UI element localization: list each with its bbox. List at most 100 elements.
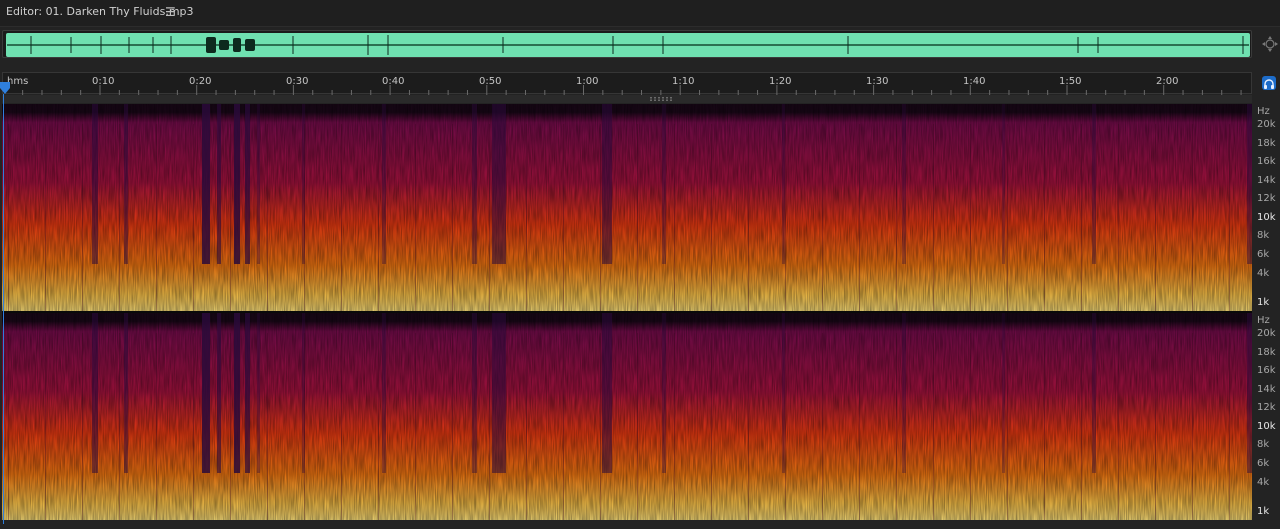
spectrum-dark-line	[341, 333, 342, 520]
spectrum-dark-line	[230, 124, 231, 311]
spectrum-dark-line	[341, 124, 342, 311]
spectrum-dark-line	[970, 333, 971, 520]
spectrum-dark-line	[304, 333, 305, 520]
spectrum-dark-band	[1247, 313, 1252, 473]
spectrum-dark-band	[602, 313, 612, 473]
spectrum-dark-line	[896, 333, 897, 520]
spectrum-texture-left	[2, 104, 1252, 311]
spectrum-dark-line	[8, 333, 9, 520]
spectrum-dark-band	[124, 104, 128, 264]
hamburger-menu-icon[interactable]: ☰	[165, 5, 176, 19]
spectrum-dark-line	[748, 333, 749, 520]
freq-label-4k: 4k	[1257, 268, 1270, 279]
freq-label-1k: 1k	[1257, 506, 1270, 517]
spectrum-dark-line	[1192, 124, 1193, 311]
spectrum-dark-line	[1155, 124, 1156, 311]
spectrum-dark-line	[8, 124, 9, 311]
spectrum-dark-line	[711, 333, 712, 520]
spectrum-dark-band	[382, 313, 386, 473]
spectrum-dark-line	[1081, 124, 1082, 311]
spectrum-dark-band	[1092, 104, 1096, 264]
spectrum-dark-band	[1247, 104, 1252, 264]
spectrum-dark-line	[267, 333, 268, 520]
spectrum-dark-line	[1155, 333, 1156, 520]
ruler-format-label: hms	[7, 76, 29, 87]
spectrum-dark-line	[230, 333, 231, 520]
ruler-label-2-00: 2:00	[1156, 76, 1179, 87]
editor-title-bar: Editor: 01. Darken Thy Fluids.mp3 ☰	[0, 0, 1280, 27]
freq-label-10k: 10k	[1257, 212, 1276, 223]
spectrum-dark-line	[452, 124, 453, 311]
spectrum-dark-band	[782, 104, 785, 264]
spectrum-dark-line	[526, 333, 527, 520]
spectrum-dark-line	[452, 333, 453, 520]
ruler-label-1-00: 1:00	[576, 76, 599, 87]
freq-label-20k: 20k	[1257, 119, 1276, 130]
spectrum-dark-band	[382, 104, 386, 264]
spectrum-dark-line	[193, 124, 194, 311]
spectrum-dark-band	[234, 104, 240, 264]
spectrum-dark-band	[662, 313, 666, 473]
spectrum-dark-line	[82, 124, 83, 311]
spectrum-dark-line	[1118, 333, 1119, 520]
freq-label-4k: 4k	[1257, 477, 1270, 488]
overview-waveform-graphic	[6, 33, 1250, 57]
freq-label-6k: 6k	[1257, 458, 1270, 469]
spectrum-dark-band	[257, 313, 260, 473]
spectrum-dark-line	[563, 124, 564, 311]
spectrum-dark-line	[119, 124, 120, 311]
sync-headphones-icon[interactable]	[1262, 76, 1276, 90]
overview-waveform[interactable]	[2, 30, 1252, 58]
spectrum-dark-band	[245, 104, 250, 264]
channel-resize-strip	[2, 95, 1252, 103]
spectral-channel-right[interactable]	[2, 313, 1252, 520]
spectrum-dark-line	[45, 333, 46, 520]
spectrum-dark-line	[156, 124, 157, 311]
ruler-label-0-20: 0:20	[189, 76, 212, 87]
spectrum-dark-line	[785, 333, 786, 520]
spectrum-dark-line	[933, 124, 934, 311]
spectrum-dark-band	[1092, 313, 1096, 473]
spectrum-dark-line	[45, 124, 46, 311]
spectrum-dark-band	[234, 313, 240, 473]
spectrum-dark-line	[82, 333, 83, 520]
spectrum-dark-line	[1044, 333, 1045, 520]
spectrum-dark-line	[1007, 124, 1008, 311]
spectrum-dark-line	[637, 124, 638, 311]
spectral-channel-left[interactable]	[2, 104, 1252, 311]
spectrum-dark-band	[1002, 104, 1005, 264]
freq-label-14k: 14k	[1257, 175, 1276, 186]
spectrum-dark-line	[378, 333, 379, 520]
spectrum-dark-band	[902, 313, 906, 473]
zoom-navigator-icon[interactable]	[1262, 36, 1278, 52]
spectrum-dark-line	[1007, 333, 1008, 520]
spectrum-dark-line	[1044, 124, 1045, 311]
spectrum-dark-line	[674, 124, 675, 311]
spectrum-dark-line	[1192, 333, 1193, 520]
spectrum-dark-line	[267, 124, 268, 311]
spectrum-dark-band	[245, 313, 250, 473]
playhead-line	[3, 94, 4, 524]
ruler-label-1-20: 1:20	[769, 76, 792, 87]
spectrum-dark-line	[415, 124, 416, 311]
spectrum-dark-line	[156, 333, 157, 520]
playhead-marker-icon[interactable]	[0, 82, 10, 94]
spectrum-dark-line	[1229, 124, 1230, 311]
spectrum-dark-line	[1081, 333, 1082, 520]
spectrum-dark-line	[822, 124, 823, 311]
frequency-scale-right: Hz 20k 18k 16k 14k 12k 10k 8k 6k 4k 1k	[1253, 313, 1280, 520]
spectrum-dark-line	[119, 333, 120, 520]
spectrum-dark-line	[563, 333, 564, 520]
time-ruler[interactable]: hms 0:10 0:20 0:30 0:40 0:50 1:00 1:10 1…	[2, 72, 1252, 95]
resize-grip-icon[interactable]	[650, 97, 672, 101]
spectrum-dark-band	[217, 313, 221, 473]
freq-label-6k: 6k	[1257, 249, 1270, 260]
spectrum-dark-band	[257, 104, 260, 264]
spectrum-dark-line	[1229, 333, 1230, 520]
spectrum-dark-line	[785, 124, 786, 311]
spectrum-dark-band	[472, 104, 477, 264]
hz-unit-label: Hz	[1257, 106, 1270, 117]
spectrum-texture-right	[2, 313, 1252, 520]
spectrum-dark-line	[489, 333, 490, 520]
ruler-label-1-40: 1:40	[963, 76, 986, 87]
